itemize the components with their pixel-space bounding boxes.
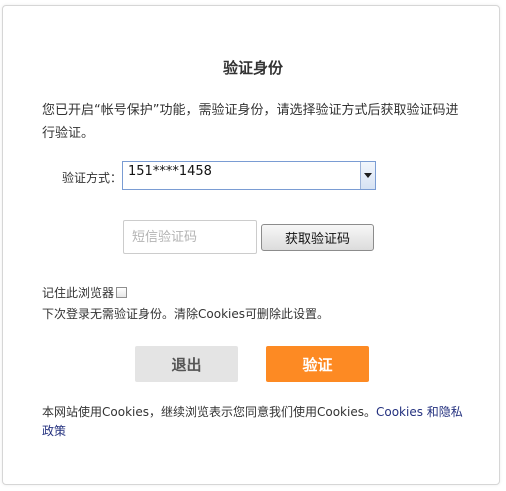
verification-method-select[interactable]: 151****1458 [122, 161, 376, 190]
remember-browser-checkbox[interactable] [116, 287, 128, 298]
dropdown-arrow-icon[interactable] [360, 162, 375, 189]
dialog-title: 验证身份 [222, 59, 283, 77]
cookie-notice-text: 本网站使用Cookies，继续浏览表示您同意我们使用Cookies。 [42, 405, 376, 419]
cookie-notice: 本网站使用Cookies，继续浏览表示您同意我们使用Cookies。Cookie… [42, 403, 472, 441]
remember-browser-note: 下次登录无需验证身份。清除Cookies可删除此设置。 [42, 307, 329, 321]
sms-code-input[interactable] [123, 220, 257, 254]
verification-method-label: 验证方式： [62, 171, 123, 185]
get-code-button[interactable]: 获取验证码 [261, 224, 374, 251]
exit-button[interactable]: 退出 [135, 346, 238, 382]
remember-browser-label: 记住此浏览器 [42, 285, 115, 300]
selected-phone-number: 151****1458 [128, 164, 212, 179]
verify-button[interactable]: 验证 [266, 346, 369, 382]
remember-browser-row: 记住此浏览器 [42, 284, 128, 300]
intro-text: 您已开启“帐号保护”功能，需验证身份，请选择验证方式后获取验证码进行验证。 [42, 103, 459, 141]
